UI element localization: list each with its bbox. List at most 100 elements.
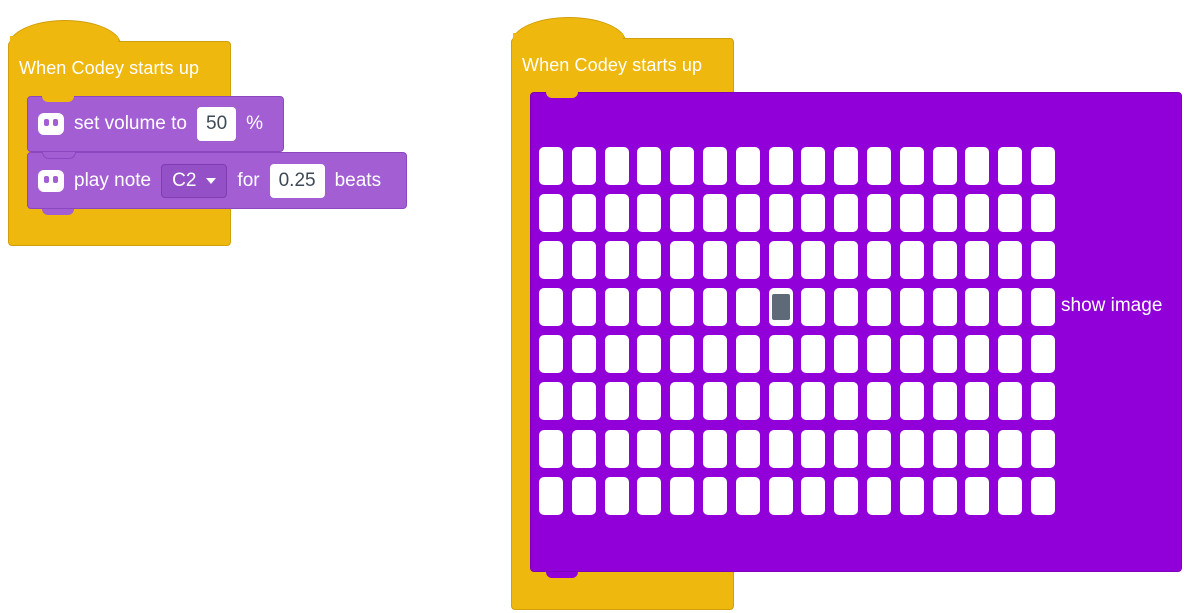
led-pixel[interactable]: [866, 382, 891, 421]
led-pixel[interactable]: [539, 288, 563, 327]
led-pixel[interactable]: [670, 382, 695, 421]
led-pixel[interactable]: [834, 241, 859, 280]
led-pixel[interactable]: [1030, 335, 1055, 374]
led-pixel[interactable]: [932, 147, 957, 185]
led-pixel[interactable]: [604, 476, 629, 515]
led-pixel[interactable]: [670, 288, 695, 327]
led-pixel[interactable]: [866, 194, 891, 233]
led-pixel[interactable]: [539, 194, 563, 233]
led-pixel[interactable]: [899, 382, 924, 421]
led-pixel[interactable]: [604, 241, 629, 280]
led-pixel[interactable]: [834, 335, 859, 374]
led-pixel[interactable]: [866, 288, 891, 327]
led-pixel[interactable]: [834, 429, 859, 468]
led-pixel[interactable]: [768, 382, 793, 421]
led-pixel[interactable]: [834, 382, 859, 421]
led-pixel[interactable]: [637, 194, 662, 233]
led-pixel[interactable]: [735, 241, 760, 280]
led-pixel[interactable]: [998, 241, 1023, 280]
led-pixel[interactable]: [965, 429, 990, 468]
led-pixel[interactable]: [702, 335, 727, 374]
led-pixel[interactable]: [1030, 382, 1055, 421]
show-image-block[interactable]: show image: [530, 92, 1182, 572]
led-pixel[interactable]: [866, 241, 891, 280]
led-pixel[interactable]: [866, 335, 891, 374]
led-pixel[interactable]: [866, 429, 891, 468]
led-pixel[interactable]: [768, 429, 793, 468]
led-pixel[interactable]: [670, 335, 695, 374]
led-pixel[interactable]: [702, 476, 727, 515]
led-pixel[interactable]: [670, 476, 695, 515]
led-pixel[interactable]: [932, 382, 957, 421]
led-pixel[interactable]: [899, 429, 924, 468]
led-pixel[interactable]: [768, 476, 793, 515]
led-pixel[interactable]: [932, 288, 957, 327]
led-pixel[interactable]: [998, 194, 1023, 233]
led-pixel[interactable]: [834, 194, 859, 233]
led-pixel[interactable]: [637, 288, 662, 327]
led-pixel[interactable]: [637, 476, 662, 515]
led-pixel[interactable]: [899, 147, 924, 185]
led-pixel[interactable]: [702, 288, 727, 327]
led-pixel[interactable]: [539, 147, 563, 185]
led-pixel[interactable]: [965, 241, 990, 280]
led-pixel[interactable]: [998, 335, 1023, 374]
led-pixel[interactable]: [735, 288, 760, 327]
beats-input[interactable]: 0.25: [269, 163, 325, 198]
led-pixel[interactable]: [932, 241, 957, 280]
led-pixel[interactable]: [998, 429, 1023, 468]
led-pixel-on[interactable]: [768, 288, 793, 327]
led-pixel[interactable]: [1030, 429, 1055, 468]
led-pixel[interactable]: [637, 147, 662, 185]
led-pixel[interactable]: [571, 147, 596, 185]
led-pixel[interactable]: [670, 147, 695, 185]
led-matrix[interactable]: [539, 147, 1055, 515]
led-pixel[interactable]: [702, 429, 727, 468]
led-pixel[interactable]: [965, 147, 990, 185]
set-volume-block[interactable]: set volume to 50 %: [27, 96, 284, 152]
led-pixel[interactable]: [670, 194, 695, 233]
led-pixel[interactable]: [571, 335, 596, 374]
led-pixel[interactable]: [1030, 288, 1055, 327]
led-pixel[interactable]: [899, 476, 924, 515]
led-pixel[interactable]: [1030, 476, 1055, 515]
led-pixel[interactable]: [834, 288, 859, 327]
led-pixel[interactable]: [801, 429, 826, 468]
led-pixel[interactable]: [670, 241, 695, 280]
led-pixel[interactable]: [637, 335, 662, 374]
led-pixel[interactable]: [670, 429, 695, 468]
led-pixel[interactable]: [735, 429, 760, 468]
led-pixel[interactable]: [899, 335, 924, 374]
led-pixel[interactable]: [604, 194, 629, 233]
led-pixel[interactable]: [899, 288, 924, 327]
led-pixel[interactable]: [571, 382, 596, 421]
led-pixel[interactable]: [539, 476, 563, 515]
led-pixel[interactable]: [1030, 194, 1055, 233]
led-pixel[interactable]: [637, 241, 662, 280]
volume-input[interactable]: 50: [197, 107, 237, 141]
led-pixel[interactable]: [604, 288, 629, 327]
led-pixel[interactable]: [801, 288, 826, 327]
led-pixel[interactable]: [735, 476, 760, 515]
led-pixel[interactable]: [702, 147, 727, 185]
led-pixel[interactable]: [604, 147, 629, 185]
led-pixel[interactable]: [768, 241, 793, 280]
led-pixel[interactable]: [801, 382, 826, 421]
led-pixel[interactable]: [735, 382, 760, 421]
led-pixel[interactable]: [604, 382, 629, 421]
led-pixel[interactable]: [571, 476, 596, 515]
led-pixel[interactable]: [702, 382, 727, 421]
led-pixel[interactable]: [965, 382, 990, 421]
led-pixel[interactable]: [571, 241, 596, 280]
play-note-block[interactable]: play note C2 for 0.25 beats: [27, 152, 407, 209]
led-pixel[interactable]: [768, 147, 793, 185]
led-pixel[interactable]: [965, 194, 990, 233]
led-pixel[interactable]: [768, 194, 793, 233]
led-pixel[interactable]: [637, 429, 662, 468]
led-pixel[interactable]: [768, 335, 793, 374]
led-pixel[interactable]: [637, 382, 662, 421]
led-pixel[interactable]: [604, 335, 629, 374]
led-pixel[interactable]: [932, 335, 957, 374]
led-pixel[interactable]: [932, 429, 957, 468]
led-pixel[interactable]: [965, 335, 990, 374]
